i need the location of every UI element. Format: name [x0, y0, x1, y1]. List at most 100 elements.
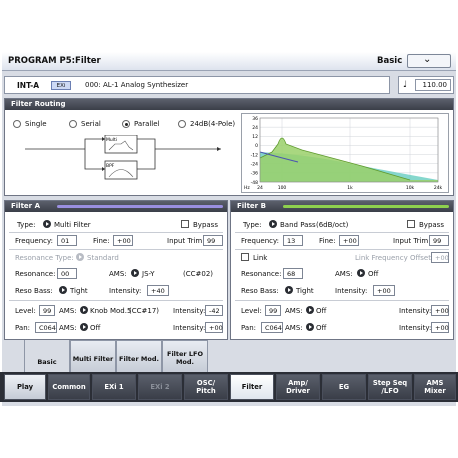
page-step-seq-lfo-button[interactable]: Step Seq /LFO — [368, 374, 412, 400]
filter-b-level-ams-value[interactable]: Off — [316, 307, 326, 315]
graph-x-tick-label: 24k — [434, 185, 443, 191]
routing-24db-radio[interactable] — [178, 120, 186, 128]
filter-b-ams-label: AMS: — [335, 270, 353, 278]
routing-block-b-label: BPF — [106, 163, 115, 169]
filter-a-pan-field[interactable]: C064 — [35, 322, 57, 333]
filter-a-level-ams-value[interactable]: Knob Mod.5 — [90, 307, 131, 315]
filter-a-input-trim-field[interactable]: 99 — [203, 235, 223, 246]
tab-basic[interactable]: Basic — [24, 340, 70, 376]
filter-a-ams-cc: (CC#02) — [183, 270, 214, 278]
tab-filter-lfo-mod-label: Filter LFO Mod. — [167, 350, 203, 366]
tab-multi-filter[interactable]: Multi Filter — [70, 340, 116, 376]
filter-b-pan-ams-popup-icon[interactable] — [306, 323, 314, 331]
filter-a-fine-field[interactable]: +00 — [113, 235, 133, 246]
filter-b-type-popup-icon[interactable] — [269, 220, 277, 228]
page-play-button[interactable]: Play — [4, 374, 46, 400]
filter-a-level-ams-popup-icon[interactable] — [80, 306, 88, 314]
page-ams-mixer-label: AMS Mixer — [424, 379, 446, 395]
filter-b-ams-popup-icon[interactable] — [357, 269, 365, 277]
filter-b-pan-ams-value[interactable]: Off — [316, 324, 326, 332]
routing-serial-radio[interactable] — [69, 120, 77, 128]
filter-b-level-intensity-field[interactable]: +00 — [431, 305, 449, 316]
routing-parallel-label: Parallel — [134, 120, 160, 128]
filter-b-resonance-field[interactable]: 68 — [283, 268, 303, 279]
filter-a-pan-ams-value[interactable]: Off — [90, 324, 100, 332]
filter-b-bypass-checkbox[interactable] — [407, 220, 415, 228]
page-exi1-label: EXi 1 — [104, 383, 124, 391]
filter-b-frequency-field[interactable]: 13 — [283, 235, 303, 246]
filter-b-link-offset-label: Link Frequency Offset: — [355, 254, 434, 262]
page-filter-button[interactable]: Filter — [230, 374, 274, 400]
filter-a-resonance-type-label: Resonance Type: — [15, 254, 74, 262]
tab-filter-lfo-mod[interactable]: Filter LFO Mod. — [162, 340, 208, 376]
filter-b-level-ams-popup-icon[interactable] — [306, 306, 314, 314]
page-amp-driver-button[interactable]: Amp/ Driver — [276, 374, 320, 400]
filter-a-resonance-type-popup-icon[interactable] — [76, 253, 84, 261]
filter-a-ams-value[interactable]: JS-Y — [142, 270, 154, 278]
filter-a-pan-intensity-field[interactable]: +00 — [205, 322, 223, 333]
filter-b-fine-field[interactable]: +00 — [339, 235, 359, 246]
filter-b-link-checkbox[interactable] — [241, 253, 249, 261]
page-menu-button[interactable]: ⌄ — [407, 54, 451, 68]
tempo-box[interactable]: ♩ 110.00 — [398, 76, 454, 94]
filter-a-level-field[interactable]: 99 — [39, 305, 55, 316]
tab-basic-label: Basic — [37, 358, 57, 366]
filter-b-reso-bass-value[interactable]: Tight — [296, 287, 314, 295]
page-common-button[interactable]: Common — [48, 374, 90, 400]
filter-b-type-value[interactable]: Band Pass — [280, 221, 316, 229]
filter-b-pan-label: Pan: — [241, 324, 256, 332]
filter-b-intensity-label: Intensity: — [335, 287, 368, 295]
routing-24db-label: 24dB(4-Pole) — [190, 120, 236, 128]
filter-b-input-trim-field[interactable]: 99 — [429, 235, 449, 246]
page-amp-driver-label: Amp/ Driver — [286, 379, 310, 395]
filter-b-link-offset-field[interactable]: +00 — [431, 252, 449, 263]
routing-parallel-radio[interactable] — [122, 120, 130, 128]
filter-a-pan-ams-popup-icon[interactable] — [80, 323, 88, 331]
page-osc-pitch-button[interactable]: OSC/ Pitch — [184, 374, 228, 400]
graph-y-tick-label: 24 — [252, 125, 258, 131]
filter-b-pan-field[interactable]: C064 — [261, 322, 283, 333]
program-select[interactable]: INT-A EXi 000: AL-1 Analog Synthesizer — [4, 76, 390, 94]
page-step-seq-lfo-label: Step Seq /LFO — [372, 379, 408, 395]
page-exi1-button[interactable]: EXi 1 — [92, 374, 136, 400]
filter-a-ams-popup-icon[interactable] — [131, 269, 139, 277]
filter-a-accent-bar — [57, 205, 223, 208]
filter-a-level-intensity-field[interactable]: -42 — [205, 305, 223, 316]
mode-label: Basic — [377, 56, 403, 66]
graph-y-tick-label: -36 — [251, 171, 258, 177]
filter-b-ams-value[interactable]: Off — [368, 270, 378, 278]
filter-b-intensity-field[interactable]: +00 — [373, 285, 395, 296]
page-ams-mixer-button[interactable]: AMS Mixer — [414, 374, 456, 400]
filter-a-pan-label: Pan: — [15, 324, 30, 332]
filter-a-reso-bass-popup-icon[interactable] — [59, 286, 67, 294]
filter-b-input-trim-label: Input Trim: — [393, 237, 431, 245]
filter-routing-panel: Filter Routing Single Serial Parallel 24… — [4, 98, 454, 196]
filter-a-resonance-field[interactable]: 00 — [57, 268, 77, 279]
filter-b-reso-bass-popup-icon[interactable] — [285, 286, 293, 294]
filter-b-level-label: Level: — [241, 307, 262, 315]
filter-b-link-label: Link — [253, 254, 268, 262]
routing-single-radio[interactable] — [13, 120, 21, 128]
filter-a-type-value[interactable]: Multi Filter — [54, 221, 91, 229]
filter-a-pan-intensity-label: Intensity: — [173, 324, 206, 332]
filter-b-pan-ams-label: AMS: — [285, 324, 303, 332]
filter-a-intensity-field[interactable]: +40 — [147, 285, 169, 296]
filter-b-frequency-label: Frequency: — [241, 237, 280, 245]
filter-a-bypass-checkbox[interactable] — [181, 220, 189, 228]
page-eg-button[interactable]: EG — [322, 374, 366, 400]
filter-b-pan-intensity-field[interactable]: +00 — [431, 322, 449, 333]
tab-filter-mod[interactable]: Filter Mod. — [116, 340, 162, 376]
filter-b-title: Filter B — [237, 202, 266, 210]
page-exi2-button[interactable]: EXi 2 — [138, 374, 182, 400]
filter-a-fine-label: Fine: — [93, 237, 110, 245]
graph-y-tick-label: 0 — [255, 143, 258, 149]
filter-a-type-label: Type: — [17, 221, 36, 229]
program-name: 000: AL-1 Analog Synthesizer — [85, 81, 189, 89]
title-bar: PROGRAM P5:Filter Basic ⌄ — [2, 52, 456, 71]
filter-b-reso-bass-label: Reso Bass: — [241, 287, 279, 295]
filter-b-level-field[interactable]: 99 — [265, 305, 281, 316]
filter-a-type-popup-icon[interactable] — [43, 220, 51, 228]
filter-a-frequency-field[interactable]: 01 — [57, 235, 77, 246]
filter-a-reso-bass-value[interactable]: Tight — [70, 287, 88, 295]
tempo-value[interactable]: 110.00 — [415, 79, 451, 91]
